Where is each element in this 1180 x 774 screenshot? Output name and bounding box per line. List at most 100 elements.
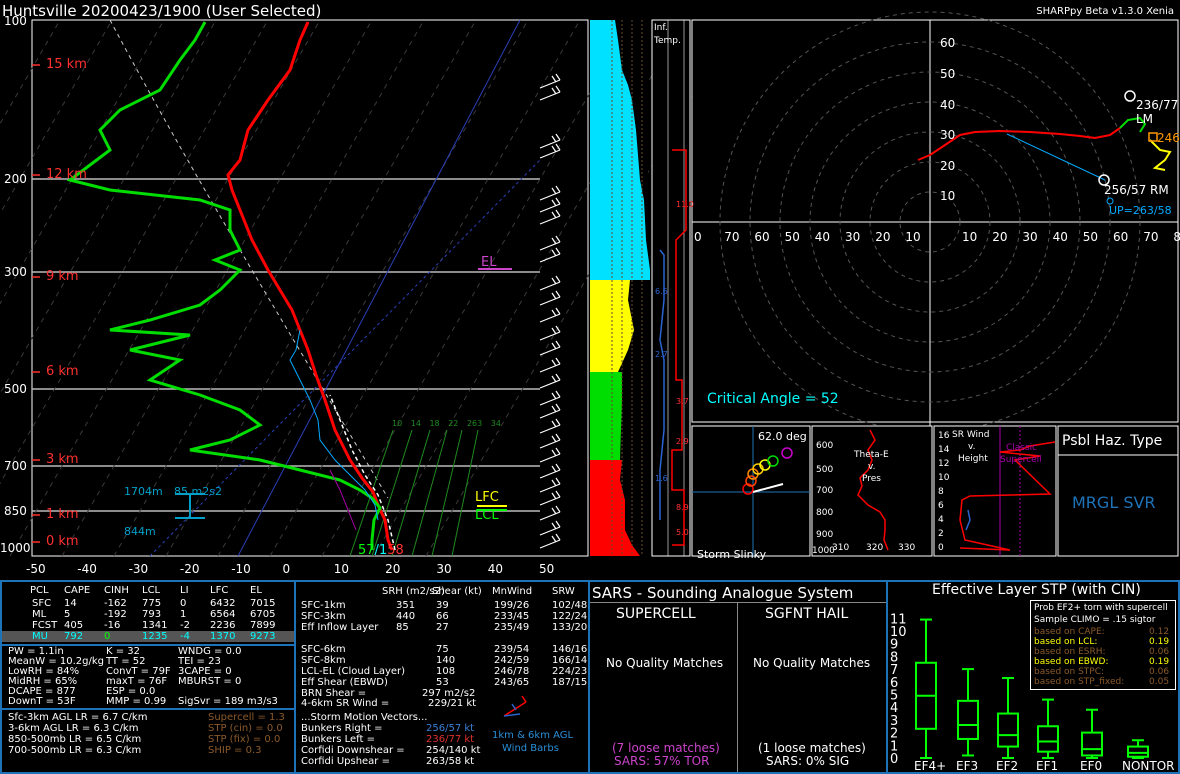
height-label: 6 km xyxy=(46,364,79,379)
inf-temp-value: 3.7 xyxy=(676,397,689,406)
parcel-cell: 9273 xyxy=(250,631,276,642)
height-label: 9 km xyxy=(46,269,79,284)
sars-hail-sig: SARS: 0% SIG xyxy=(766,754,850,768)
parcel-cell: ML xyxy=(32,609,47,620)
prob-based-label: based on STPC: xyxy=(1034,667,1105,677)
kin-cell: SFC-8km xyxy=(301,655,346,666)
hodo-ytick: 50 xyxy=(940,67,956,81)
lapse-rate: 850-500mb LR = 6.5 C/km xyxy=(8,734,142,745)
hodo-xtick: 40 xyxy=(814,230,831,244)
srwind-ytick: 14 xyxy=(938,445,950,455)
parcel-cell: 6432 xyxy=(210,598,236,609)
pressure-tick: 300 xyxy=(4,265,27,279)
prob-based-value: 0.19 xyxy=(1149,657,1170,667)
sfc-t: 58 xyxy=(387,543,404,558)
page-title: Huntsville 20200423/1900 (User Selected) xyxy=(2,2,322,20)
kin-cell: Eff Shear (EBWD) xyxy=(301,677,388,688)
pressure-tick: 700 xyxy=(4,459,27,473)
stp-box xyxy=(1127,745,1149,758)
eff-bottom-label: 844m xyxy=(124,525,156,538)
sigsvr-value: SigSvr = 189 m3/s3 xyxy=(178,696,278,707)
composite-index: STP (cin) = 0.0 xyxy=(208,723,283,734)
prob-based-label: based on CAPE: xyxy=(1034,627,1105,637)
parcel-cell: 1 xyxy=(180,609,187,620)
height-label: 3 km xyxy=(46,452,79,467)
thetae-title: Pres xyxy=(862,474,881,484)
hodo-xtick: 70 xyxy=(1143,230,1159,244)
hodo-xtick: 70 xyxy=(724,230,740,244)
parcel-cell: 7015 xyxy=(250,598,276,609)
kin-cell: 233/45 xyxy=(494,611,530,622)
height-label: 1 km xyxy=(46,507,79,522)
srwind-label: 4-6km SR Wind = xyxy=(301,698,390,709)
parcel-cell: -192 xyxy=(104,609,127,620)
motion-value: 256/57 kt xyxy=(426,723,475,734)
lapse-rate: 3-6km AGL LR = 6.3 C/km xyxy=(8,723,139,734)
parcel-cell: 7899 xyxy=(250,620,276,631)
el-label: EL xyxy=(481,255,497,270)
hodo-xtick: 20 xyxy=(875,230,891,244)
stp-box xyxy=(1037,725,1059,753)
srwind-title: v. xyxy=(968,442,976,452)
composite-index: Supercell = 1.3 xyxy=(208,712,285,723)
slinky-angle: 62.0 deg xyxy=(758,430,807,443)
parcel-header: CAPE xyxy=(64,585,91,596)
kin-cell: 27 xyxy=(436,622,449,633)
temp-tick: -30 xyxy=(128,562,149,576)
inf-temp-value: 2.7 xyxy=(655,350,668,359)
parcel-cell: 0 xyxy=(104,631,111,642)
inferred-temp-panel xyxy=(590,19,691,557)
motion-label: Bunkers Left = xyxy=(301,734,375,745)
lcl-label: LCL xyxy=(475,508,499,523)
parcel-cell: 5 xyxy=(64,609,71,620)
inset-tick: 10 xyxy=(392,419,403,428)
inset-tick: 22 xyxy=(448,419,459,428)
kin-cell: 66 xyxy=(436,611,449,622)
stp-category: NONTOR xyxy=(1122,759,1175,772)
mean-wind-label: 246 xyxy=(1157,131,1180,145)
hodo-ytick: 40 xyxy=(940,98,956,112)
kin-cell: 85 xyxy=(396,622,409,633)
kin-cell: 133/20 xyxy=(552,622,588,633)
hodo-xtick: 60 xyxy=(1113,230,1129,244)
parcel-cell: 775 xyxy=(142,598,162,609)
sars-hail-title: SGFNT HAIL xyxy=(765,606,849,622)
stp-ytick: 0 xyxy=(890,752,898,767)
pressure-tick: 1000 xyxy=(0,541,31,555)
motion-label: Corfidi Downshear = xyxy=(301,745,405,756)
parcel-cell: 1235 xyxy=(142,631,168,642)
pressure-tick: 500 xyxy=(4,382,27,396)
parcel-cell: 405 xyxy=(64,620,84,631)
sars-supercell-matches: No Quality Matches xyxy=(606,656,724,670)
sars-supercell-loose: (7 loose matches) xyxy=(612,741,720,755)
stp-category: EF3 xyxy=(956,759,978,772)
height-label: 0 km xyxy=(46,534,79,549)
inf-temp-label-1: Inf. xyxy=(654,23,668,33)
hodo-ytick: 20 xyxy=(940,159,956,173)
thetae-xtick: 310 xyxy=(832,543,850,553)
temp-tick: 10 xyxy=(333,562,350,576)
thetae-title: v. xyxy=(868,462,876,472)
kin-cell: SFC-1km xyxy=(301,600,346,611)
prob-based-value: 0.12 xyxy=(1149,627,1170,637)
eff-srh-label: 85 m2s2 xyxy=(174,485,222,498)
motion-value: 263/58 kt xyxy=(426,756,475,767)
stp-category: EF4+ xyxy=(914,759,946,772)
hodo-xtick: 8 xyxy=(1173,230,1180,244)
kin-cell: 166/14 xyxy=(552,655,588,666)
kin-cell: Eff Inflow Layer xyxy=(301,622,379,633)
index-value: MMP = 0.99 xyxy=(106,696,167,707)
upshear-label: UP=263/58 xyxy=(1109,204,1172,217)
parcel-cell: -4 xyxy=(180,631,190,642)
kin-cell: 224/23 xyxy=(552,666,588,677)
stp-box xyxy=(957,699,979,740)
hodo-xtick: 40 xyxy=(1052,230,1068,244)
thetae-ytick: 800 xyxy=(816,508,834,518)
hodo-xtick: 30 xyxy=(845,230,861,244)
eff-top-label: 1704m xyxy=(124,485,163,498)
lapse-rate: 700-500mb LR = 6.3 C/km xyxy=(8,745,142,756)
parcel-header: LCL xyxy=(142,585,161,596)
slinky-title: Storm Slinky xyxy=(697,548,767,561)
srwind-ytick: 6 xyxy=(938,501,944,511)
parcel-cell: 1341 xyxy=(142,620,168,631)
